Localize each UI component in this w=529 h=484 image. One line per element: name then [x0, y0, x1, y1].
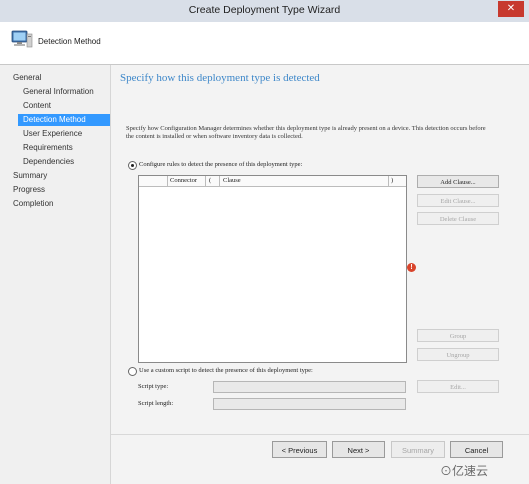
script-type-field[interactable]: [213, 381, 406, 393]
nav-item-content[interactable]: Content: [23, 100, 51, 112]
script-length-label: Script length:: [138, 400, 174, 407]
col-clause: Clause: [223, 177, 241, 184]
warning-icon: !: [407, 263, 416, 272]
footer-divider: [111, 434, 529, 435]
script-option-label: Use a custom script to detect the presen…: [139, 367, 313, 374]
nav-item-completion[interactable]: Completion: [13, 198, 53, 210]
rules-radio[interactable]: [128, 161, 137, 170]
nav-item-detection-method[interactable]: Detection Method: [18, 114, 110, 126]
script-type-label: Script type:: [138, 383, 169, 390]
ungroup-button[interactable]: Ungroup: [417, 348, 499, 361]
script-length-field[interactable]: [213, 398, 406, 410]
edit-script-button[interactable]: Edit...: [417, 380, 499, 393]
window-title: Create Deployment Type Wizard: [188, 4, 341, 16]
watermark: ⊙亿速云: [440, 464, 489, 478]
rules-option-label: Configure rules to detect the presence o…: [139, 161, 303, 168]
page-title: Specify how this deployment type is dete…: [120, 72, 320, 84]
page-description: Specify how Configuration Manager determ…: [126, 125, 486, 140]
header-label: Detection Method: [38, 37, 101, 46]
nav-item-general[interactable]: General: [13, 72, 41, 84]
clause-grid[interactable]: Connector ( Clause ): [138, 175, 407, 363]
col-close-paren: ): [391, 177, 394, 184]
nav-item-dependencies[interactable]: Dependencies: [23, 156, 74, 168]
close-button[interactable]: ✕: [498, 1, 524, 17]
nav-item-general-information[interactable]: General Information: [23, 86, 94, 98]
nav-item-user-experience[interactable]: User Experience: [23, 128, 82, 140]
delete-clause-button[interactable]: Delete Clause: [417, 212, 499, 225]
add-clause-button[interactable]: Add Clause...: [417, 175, 499, 188]
summary-button[interactable]: Summary: [391, 441, 445, 458]
computer-icon: [10, 28, 34, 52]
next-button[interactable]: Next >: [332, 441, 385, 458]
nav-item-progress[interactable]: Progress: [13, 184, 45, 196]
edit-clause-button[interactable]: Edit Clause...: [417, 194, 499, 207]
nav-item-summary[interactable]: Summary: [13, 170, 47, 182]
previous-button[interactable]: < Previous: [272, 441, 327, 458]
wizard-nav: General General Information Content Dete…: [0, 65, 111, 484]
col-open-paren: (: [209, 177, 212, 184]
grid-header: Connector ( Clause ): [139, 176, 406, 187]
group-button[interactable]: Group: [417, 329, 499, 342]
script-radio[interactable]: [128, 367, 137, 376]
nav-item-requirements[interactable]: Requirements: [23, 142, 73, 154]
cancel-button[interactable]: Cancel: [450, 441, 503, 458]
col-connector: Connector: [170, 177, 198, 184]
